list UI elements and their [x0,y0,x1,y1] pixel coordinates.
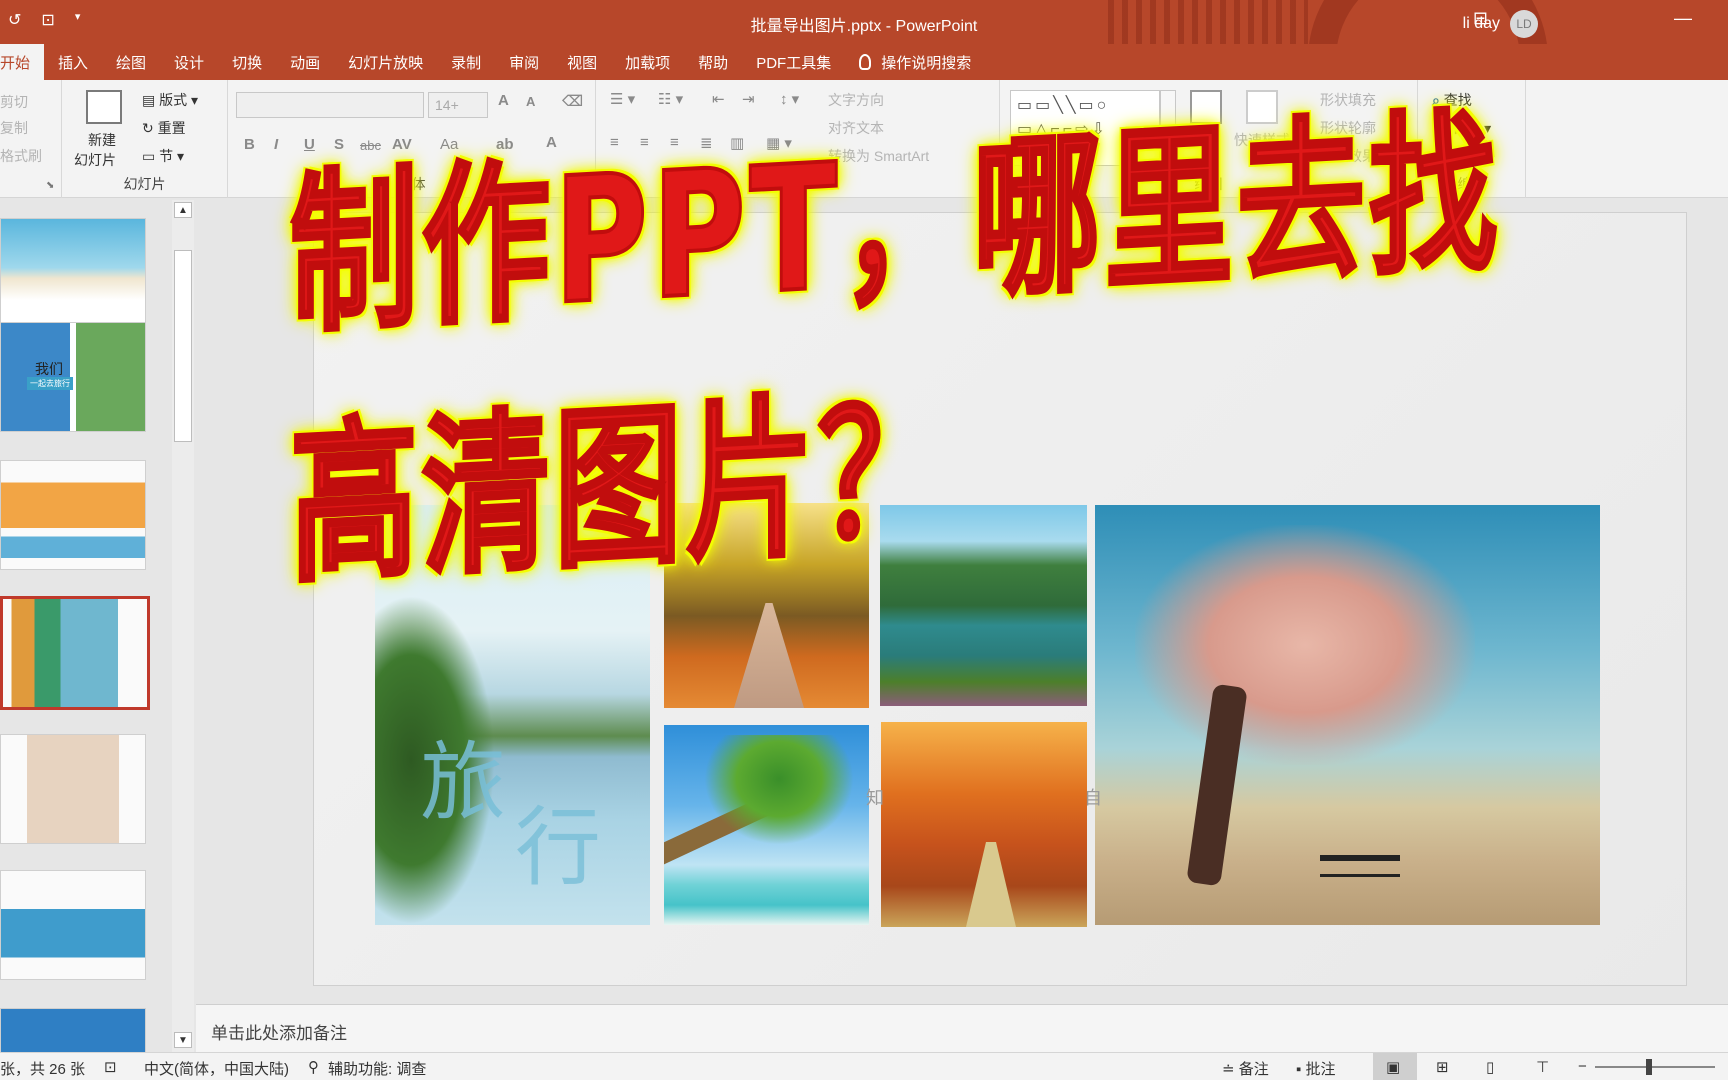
tab-record[interactable]: 录制 [437,44,495,80]
notes-pane[interactable]: 单击此处添加备注 [196,1004,1728,1052]
photo-word-2: 行 [515,798,601,898]
tab-draw[interactable]: 绘图 [102,44,160,80]
dialog-launcher-icon[interactable]: ⬊ [46,180,54,191]
photo-autumn-forest[interactable] [881,722,1087,927]
slide-thumbnail-4-selected[interactable] [0,596,150,710]
lightbulb-icon [859,54,872,70]
tab-design[interactable]: 设计 [160,44,218,80]
copy-button[interactable]: 复制 [0,118,28,138]
spellcheck-icon[interactable]: ⊡ [104,1058,117,1076]
slide-thumbnail-6[interactable] [0,870,146,980]
reading-view-icon[interactable]: ▯ [1486,1058,1494,1076]
faint-caption-left: 知 [866,788,884,808]
status-bar: 张，共 26 张 ⊡ 中文(简体，中国大陆) ⚲ 辅助功能: 调查 ≐ 备注 ▪… [0,1052,1728,1080]
layout-button[interactable]: ▤ 版式 ▾ [142,90,198,110]
slide-thumbnail-panel: 我们 一起去旅行 [0,198,196,1052]
scroll-down-icon[interactable]: ▼ [174,1032,192,1048]
notes-placeholder: 单击此处添加备注 [211,1024,347,1043]
tab-transitions[interactable]: 切换 [218,44,276,80]
tab-animations[interactable]: 动画 [276,44,334,80]
zoom-out-icon[interactable]: − [1578,1058,1587,1075]
accessibility-status[interactable]: 辅助功能: 调查 [328,1058,426,1079]
slide-thumbnail-2[interactable]: 我们 一起去旅行 [0,322,146,432]
italic-button[interactable]: I [274,136,278,153]
slide-thumbnail-7[interactable] [0,1008,146,1052]
slide-headline[interactable]: 制作PPT，哪里去找高清图片？ [288,91,1570,609]
slide-thumbnail-1[interactable] [0,218,146,328]
tell-me-search[interactable]: 操作说明搜索 [845,44,985,80]
thumb-2-title: 我们 [35,361,63,377]
group-slides: 新建 幻灯片 ▤ 版式 ▾ ↻ 重置 ▭ 节 ▾ 幻灯片 [62,80,228,198]
thumb-2-subtitle: 一起去旅行 [27,377,73,390]
new-slide-icon [86,90,122,124]
comments-toggle[interactable]: ▪ 批注 [1296,1058,1336,1079]
photo-word-1: 旅 [420,733,506,833]
autumn-road [734,603,804,708]
faint-caption-right: 自 [1084,788,1102,808]
bench [1320,855,1400,877]
palm-frond [704,735,854,845]
normal-view-icon[interactable]: ▣ [1386,1058,1400,1076]
tab-addins[interactable]: 加载项 [611,44,684,80]
layout-label: 版式 [159,92,188,108]
reset-button[interactable]: ↻ 重置 [142,118,186,138]
tab-insert[interactable]: 插入 [44,44,102,80]
section-label: 节 [159,148,174,164]
reset-label: 重置 [157,120,186,136]
slide-thumbnail-3[interactable] [0,460,146,570]
notes-toggle[interactable]: ≐ 备注 [1222,1058,1269,1079]
tab-pdf-tools[interactable]: PDF工具集 [742,44,845,80]
notes-icon: ≐ [1222,1061,1235,1078]
new-slide-label-1[interactable]: 新建 [88,130,116,150]
cut-button[interactable]: 剪切 [0,92,28,112]
avatar[interactable]: LD [1510,10,1538,38]
slide-counter: 张，共 26 张 [0,1061,86,1078]
tell-me-label: 操作说明搜索 [881,54,972,72]
comment-icon: ▪ [1296,1061,1302,1078]
minimize-button[interactable]: — [1674,8,1692,29]
headline-text: 制作PPT，哪里去找高清图片？ [288,91,1502,609]
tab-help[interactable]: 帮助 [684,44,742,80]
scrollbar-thumb[interactable] [174,250,192,442]
group-clipboard: 剪切 复制 格式刷 ⬊ [0,80,62,198]
notes-label: 备注 [1238,1061,1269,1078]
zoom-slider-thumb[interactable] [1646,1059,1652,1075]
bold-button[interactable]: B [244,136,255,153]
slide-thumbnail-5[interactable] [0,734,146,844]
new-slide-label-2[interactable]: 幻灯片 [74,150,116,170]
slide-sorter-icon[interactable]: ⊞ [1436,1058,1449,1076]
ribbon-display-options-icon[interactable]: ⊟ [1473,8,1488,29]
comments-label: 批注 [1305,1061,1336,1078]
photo-palm-beach[interactable] [664,725,869,925]
forest-path [966,842,1016,927]
accessibility-icon: ⚲ [308,1059,319,1076]
section-button[interactable]: ▭ 节 ▾ [142,146,184,166]
title-bar: ↺ ⊡ ▾ 批量导出图片.pptx - PowerPoint li day LD… [0,0,1728,44]
tab-slideshow[interactable]: 幻灯片放映 [334,44,437,80]
zoom-slider[interactable] [1595,1066,1715,1068]
language-indicator[interactable]: 中文(简体，中国大陆) [144,1058,289,1079]
tab-view[interactable]: 视图 [553,44,611,80]
tab-home[interactable]: 开始 [0,44,45,80]
format-painter-button[interactable]: 格式刷 [0,146,42,166]
scroll-up-icon[interactable]: ▲ [174,202,192,218]
slideshow-icon[interactable]: ⊤ [1536,1058,1549,1076]
slides-group-label: 幻灯片 [123,176,166,192]
tab-review[interactable]: 审阅 [495,44,553,80]
